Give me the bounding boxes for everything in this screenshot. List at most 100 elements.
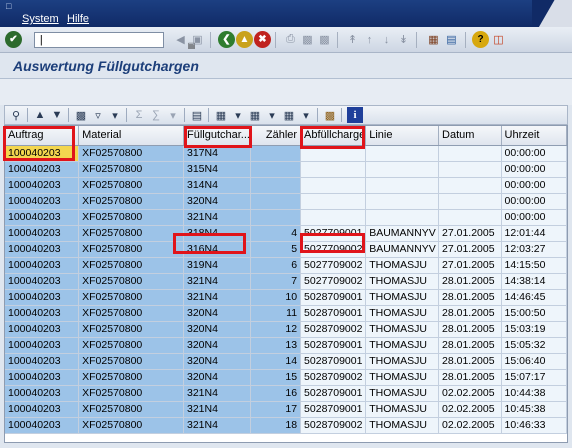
- table-row[interactable]: 100040203 XF02570800 320N4 11 5028709001 THOM…: [5, 305, 567, 322]
- table-row[interactable]: 100040203 XF02570800 315N4 00:00:00: [5, 161, 567, 178]
- table-row[interactable]: 100040203 XF02570800 314N4 00:00:00: [5, 177, 567, 194]
- cell-material[interactable]: XF02570800: [78, 305, 184, 322]
- table-row[interactable]: 100040203 XF02570800 320N4 12 5028709002 THOM…: [5, 321, 567, 338]
- shortcut-icon[interactable]: ▤: [443, 31, 460, 48]
- cell-linie[interactable]: [365, 145, 440, 162]
- cell-auftrag[interactable]: 100040203: [5, 305, 80, 322]
- cell-zaehler[interactable]: [250, 193, 302, 210]
- cell-datum[interactable]: 27.01.2005: [438, 241, 502, 258]
- total-icon[interactable]: Σ: [131, 107, 147, 123]
- save-icon[interactable]: ▣: [189, 31, 206, 48]
- enter-check-icon[interactable]: ✔: [5, 31, 22, 48]
- new-session-icon[interactable]: ▦: [425, 31, 442, 48]
- last-page-icon[interactable]: ↡: [395, 31, 412, 48]
- cell-zaehler[interactable]: [250, 209, 302, 226]
- cell-auftrag[interactable]: 100040203: [5, 289, 80, 306]
- cell-uhrzeit[interactable]: 15:05:32: [501, 337, 567, 354]
- collapse-left-icon[interactable]: ◀: [172, 31, 189, 48]
- details-icon[interactable]: ⚲: [8, 107, 24, 123]
- cell-auftrag[interactable]: 100040203: [5, 321, 80, 338]
- column-header-datum[interactable]: Datum: [438, 126, 502, 146]
- cell-material[interactable]: XF02570800: [78, 273, 184, 290]
- cell-uhrzeit[interactable]: 15:07:17: [501, 369, 567, 386]
- cell-linie[interactable]: BAUMANNYV: [365, 241, 440, 258]
- cell-auftrag[interactable]: 100040203: [5, 369, 80, 386]
- cell-auftrag[interactable]: 100040203: [5, 161, 80, 178]
- print-preview-icon[interactable]: ▤: [189, 107, 205, 123]
- cell-uhrzeit[interactable]: 10:46:33: [501, 417, 567, 434]
- graphic-icon[interactable]: ▩: [322, 107, 338, 123]
- cell-zaehler[interactable]: 5: [250, 241, 302, 258]
- table-row[interactable]: 100040203 XF02570800 317N4 00:00:00: [5, 145, 567, 162]
- back-icon[interactable]: ❮: [218, 31, 235, 48]
- cell-material[interactable]: XF02570800: [78, 369, 184, 386]
- table-row[interactable]: 100040203 XF02570800 320N4 15 5028709002 THOM…: [5, 369, 567, 386]
- cell-zaehler[interactable]: 15: [250, 369, 302, 386]
- cell-auftrag[interactable]: 100040203: [5, 401, 80, 418]
- cell-abfuellcharge[interactable]: 5028709002: [300, 417, 367, 434]
- cell-material[interactable]: XF02570800: [78, 177, 184, 194]
- cell-fuellgutcharge[interactable]: 321N4: [183, 401, 251, 418]
- cell-abfuellcharge[interactable]: 5027709002: [300, 273, 367, 290]
- cell-linie[interactable]: THOMASJU: [365, 289, 440, 306]
- cell-datum[interactable]: 02.02.2005: [438, 417, 502, 434]
- cell-fuellgutcharge[interactable]: 320N4: [183, 321, 251, 338]
- cell-uhrzeit[interactable]: 14:46:45: [501, 289, 567, 306]
- cell-uhrzeit[interactable]: 15:00:50: [501, 305, 567, 322]
- cell-zaehler[interactable]: 13: [250, 337, 302, 354]
- cell-linie[interactable]: [365, 193, 440, 210]
- cell-datum[interactable]: 28.01.2005: [438, 289, 502, 306]
- cell-linie[interactable]: THOMASJU: [365, 385, 440, 402]
- cell-auftrag[interactable]: 100040203: [5, 257, 80, 274]
- cell-datum[interactable]: [438, 177, 502, 194]
- column-header-fuellgutcharge[interactable]: Füllgutchar...: [183, 126, 251, 146]
- cell-abfuellcharge[interactable]: 5028709002: [300, 369, 367, 386]
- cell-material[interactable]: XF02570800: [78, 257, 184, 274]
- subtotal-icon[interactable]: ∑: [148, 107, 164, 123]
- export-dropdown-icon[interactable]: ▾: [230, 107, 246, 123]
- cell-auftrag[interactable]: 100040203: [5, 353, 80, 370]
- window-icon[interactable]: □: [6, 1, 11, 11]
- exit-icon[interactable]: ▲: [236, 31, 253, 48]
- cell-fuellgutcharge[interactable]: 321N4: [183, 417, 251, 434]
- column-header-uhrzeit[interactable]: Uhrzeit: [501, 126, 567, 146]
- cell-datum[interactable]: [438, 193, 502, 210]
- cell-linie[interactable]: THOMASJU: [365, 321, 440, 338]
- column-header-abfuellcharge[interactable]: Abfüllcharge: [300, 126, 367, 146]
- cell-material[interactable]: XF02570800: [78, 193, 184, 210]
- cell-abfuellcharge[interactable]: 5027709002: [300, 257, 367, 274]
- cell-uhrzeit[interactable]: 10:45:38: [501, 401, 567, 418]
- cell-abfuellcharge[interactable]: 5027709002: [300, 241, 367, 258]
- cell-zaehler[interactable]: 12: [250, 321, 302, 338]
- cell-linie[interactable]: THOMASJU: [365, 401, 440, 418]
- sort-ascending-icon[interactable]: ▲: [32, 107, 48, 123]
- cell-fuellgutcharge[interactable]: 319N4: [183, 257, 251, 274]
- cell-abfuellcharge[interactable]: 5028709001: [300, 385, 367, 402]
- find-icon[interactable]: ▩: [299, 31, 316, 48]
- column-header-linie[interactable]: Linie: [365, 126, 440, 146]
- cell-linie[interactable]: [365, 177, 440, 194]
- menu-hilfe[interactable]: Hilfe: [67, 13, 89, 25]
- layout-dropdown-icon[interactable]: ▾: [298, 107, 314, 123]
- cell-linie[interactable]: BAUMANNYV: [365, 225, 440, 242]
- cell-zaehler[interactable]: [250, 145, 302, 162]
- layout-menu-icon[interactable]: ◫: [490, 31, 507, 48]
- cell-abfuellcharge[interactable]: 5028709001: [300, 353, 367, 370]
- column-header-auftrag[interactable]: Auftrag: [5, 126, 80, 146]
- cell-linie[interactable]: THOMASJU: [365, 369, 440, 386]
- subtotal-dropdown-icon[interactable]: ▾: [165, 107, 181, 123]
- cell-abfuellcharge[interactable]: 5028709001: [300, 337, 367, 354]
- cell-fuellgutcharge[interactable]: 320N4: [183, 353, 251, 370]
- menu-system[interactable]: System: [22, 13, 59, 25]
- cell-uhrzeit[interactable]: 00:00:00: [501, 145, 567, 162]
- previous-page-icon[interactable]: ↑: [361, 31, 378, 48]
- cell-uhrzeit[interactable]: 12:01:44: [501, 225, 567, 242]
- cell-auftrag[interactable]: 100040203: [5, 225, 80, 242]
- cell-uhrzeit[interactable]: 15:06:40: [501, 353, 567, 370]
- next-page-icon[interactable]: ↓: [378, 31, 395, 48]
- table-row[interactable]: 100040203 XF02570800 319N4 6 5027709002 THOMA…: [5, 257, 567, 274]
- cell-fuellgutcharge[interactable]: 317N4: [183, 145, 251, 162]
- cell-linie[interactable]: THOMASJU: [365, 417, 440, 434]
- cell-datum[interactable]: 02.02.2005: [438, 401, 502, 418]
- cell-auftrag[interactable]: 100040203: [5, 337, 80, 354]
